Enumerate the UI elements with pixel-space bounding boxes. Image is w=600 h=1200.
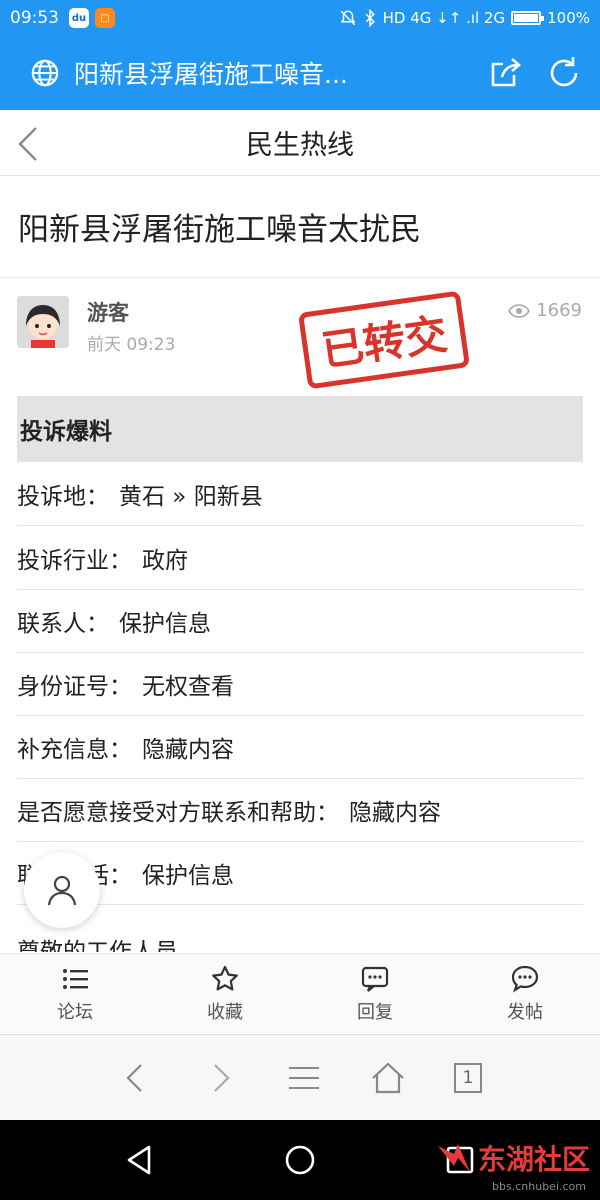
view-count-value: 1669 bbox=[536, 300, 582, 321]
info-value: 隐藏内容 bbox=[349, 800, 441, 826]
nav-reply-button[interactable]: 回复 bbox=[300, 954, 450, 1033]
share-icon[interactable] bbox=[488, 55, 524, 91]
page-header: 民生热线 bbox=[0, 110, 600, 176]
battery-percent: 100% bbox=[547, 9, 590, 27]
nav-reply-label: 回复 bbox=[357, 1001, 393, 1023]
reply-icon bbox=[361, 966, 389, 992]
post-body-text: 尊敬的工作人员 bbox=[17, 939, 178, 952]
eye-icon bbox=[508, 303, 531, 318]
user-float-button[interactable] bbox=[24, 852, 100, 928]
nav-forum-label: 论坛 bbox=[57, 1001, 93, 1023]
app-notification-icon-2: ▢ bbox=[95, 8, 115, 28]
info-label: 投诉地： bbox=[17, 484, 109, 510]
view-count: 1669 bbox=[508, 300, 582, 321]
status-time: 09:53 bbox=[10, 8, 59, 28]
author-name[interactable]: 游客 bbox=[87, 297, 129, 327]
nav-forum-button[interactable]: 论坛 bbox=[0, 954, 150, 1033]
info-value: 政府 bbox=[142, 548, 188, 574]
bluetooth-icon bbox=[365, 9, 375, 27]
info-row-phone: 联系电话： 保护信息 bbox=[17, 842, 583, 905]
app-notification-icon: du bbox=[69, 8, 89, 28]
section-heading: 投诉爆料 bbox=[17, 396, 583, 462]
network-indicator: HD 4G ↓↑ .ıl 2G bbox=[382, 9, 506, 27]
info-value: 保护信息 bbox=[142, 863, 234, 889]
status-bar: 09:53 du ▢ HD 4G ↓↑ .ıl 2G 100% bbox=[0, 0, 600, 36]
menu-icon[interactable] bbox=[286, 1060, 322, 1096]
browser-forward-icon[interactable] bbox=[202, 1060, 238, 1096]
info-row-supplement: 补充信息： 隐藏内容 bbox=[17, 716, 583, 779]
info-label: 是否愿意接受对方联系和帮助： bbox=[17, 800, 339, 826]
info-value[interactable]: 黄石 » 阳新县 bbox=[119, 477, 263, 511]
globe-icon bbox=[31, 59, 59, 87]
watermark-logo-icon bbox=[437, 1144, 470, 1172]
list-icon bbox=[63, 968, 88, 989]
watermark-url: bbs.cnhubei.com bbox=[492, 1180, 586, 1193]
info-value: 保护信息 bbox=[119, 611, 211, 637]
stamp-text: 已转交 bbox=[319, 309, 451, 375]
info-row-accept-help: 是否愿意接受对方联系和帮助： 隐藏内容 bbox=[17, 779, 583, 842]
browser-title-bar: 阳新县浮屠街施工噪音... bbox=[0, 36, 600, 110]
info-row-contact: 联系人： 保护信息 bbox=[17, 590, 583, 653]
tab-count-button[interactable]: 1 bbox=[454, 1062, 482, 1093]
avatar[interactable] bbox=[17, 296, 69, 348]
nav-favorite-button[interactable]: 收藏 bbox=[150, 954, 300, 1033]
back-arrow-icon[interactable] bbox=[14, 124, 42, 164]
nav-post-button[interactable]: 发帖 bbox=[450, 954, 600, 1033]
info-row-industry: 投诉行业： 政府 bbox=[17, 527, 583, 590]
watermark-text: 东湖社区 bbox=[477, 1143, 590, 1176]
star-icon bbox=[212, 965, 238, 990]
info-label: 联系人： bbox=[17, 611, 109, 637]
info-label: 投诉行业： bbox=[17, 548, 132, 574]
info-row-id-number: 身份证号： 无权查看 bbox=[17, 653, 583, 716]
post-time: 前天 09:23 bbox=[87, 335, 176, 355]
refresh-icon[interactable] bbox=[546, 55, 582, 91]
mute-bell-icon bbox=[340, 10, 356, 26]
android-home-icon[interactable] bbox=[282, 1142, 318, 1178]
site-watermark: 东湖社区 bbs.cnhubei.com bbox=[434, 1138, 590, 1193]
post-title: 阳新县浮屠街施工噪音太扰民 bbox=[18, 212, 421, 248]
info-row-location: 投诉地： 黄石 » 阳新县 bbox=[17, 463, 583, 526]
info-value: 隐藏内容 bbox=[142, 737, 234, 763]
forwarded-stamp: 已转交 bbox=[299, 291, 469, 389]
battery-icon bbox=[511, 11, 545, 25]
user-icon bbox=[47, 875, 77, 906]
info-value: 无权查看 bbox=[142, 674, 234, 700]
android-back-icon[interactable] bbox=[122, 1142, 158, 1178]
nav-post-label: 发帖 bbox=[507, 1001, 543, 1023]
page-title: 民生热线 bbox=[246, 130, 354, 161]
browser-back-icon[interactable] bbox=[118, 1060, 154, 1096]
forum-bottom-nav: 论坛 收藏 回复 发帖 bbox=[0, 953, 600, 1033]
divider bbox=[0, 277, 600, 278]
info-label: 补充信息： bbox=[17, 737, 132, 763]
info-label: 身份证号： bbox=[17, 674, 132, 700]
nav-favorite-label: 收藏 bbox=[207, 1001, 243, 1023]
home-icon[interactable] bbox=[370, 1060, 406, 1096]
guest-avatar-icon bbox=[17, 296, 69, 348]
post-icon bbox=[511, 965, 539, 993]
browser-page-title: 阳新县浮屠街施工噪音... bbox=[74, 60, 348, 89]
browser-toolbar: 1 bbox=[0, 1034, 600, 1120]
